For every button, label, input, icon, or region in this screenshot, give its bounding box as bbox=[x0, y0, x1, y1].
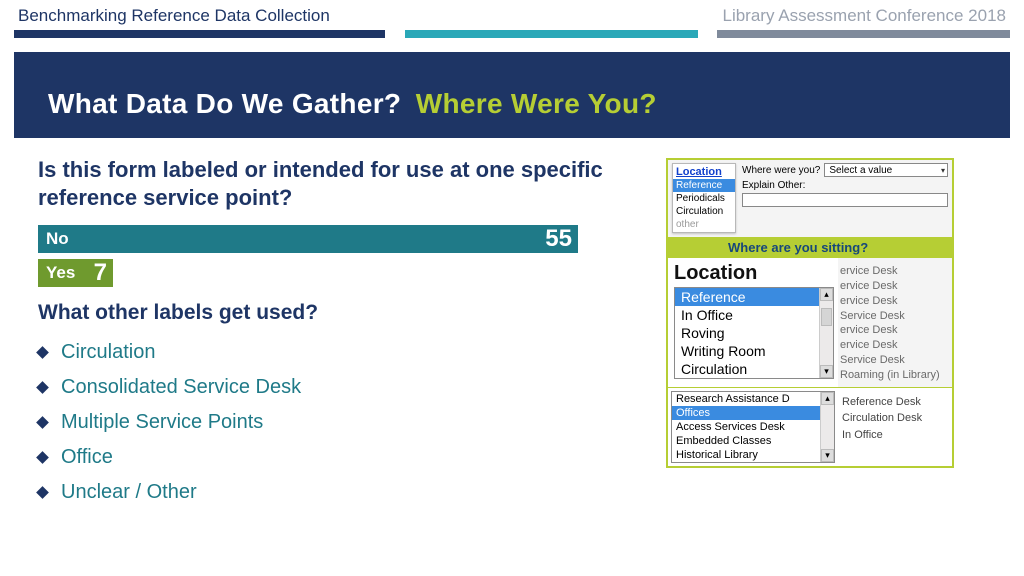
title-part-2: Where Were You? bbox=[416, 88, 657, 119]
list-item-label: Multiple Service Points bbox=[61, 411, 263, 434]
bullet-diamond-icon bbox=[36, 416, 49, 429]
mock3-opt[interactable]: Historical Library bbox=[672, 448, 820, 462]
list-item: Unclear / Other bbox=[38, 475, 648, 510]
mock2-right-item: ervice Desk bbox=[840, 294, 948, 309]
bullet-diamond-icon bbox=[36, 451, 49, 464]
list-item-label: Office bbox=[61, 446, 113, 469]
mock1-location-listbox[interactable]: Location Reference Periodicals Circulati… bbox=[672, 163, 736, 233]
bullet-diamond-icon bbox=[36, 346, 49, 359]
bar-no: No 55 bbox=[38, 225, 578, 253]
mock1-where-select[interactable]: Select a value bbox=[824, 163, 948, 177]
mock2-opt[interactable]: In Office bbox=[675, 306, 819, 324]
bar-yes-label: Yes bbox=[38, 263, 75, 283]
mock2-location-listbox[interactable]: Reference In Office Roving Writing Room … bbox=[674, 287, 834, 379]
mock3-opt[interactable]: Offices bbox=[672, 406, 820, 420]
bar-no-label: No bbox=[38, 229, 69, 249]
list-item: Consolidated Service Desk bbox=[38, 370, 648, 405]
mock1-opt[interactable]: Periodicals bbox=[673, 192, 735, 205]
mock2-opt[interactable]: Reference bbox=[675, 288, 819, 306]
bar-no-value: 55 bbox=[545, 225, 572, 253]
mock3-listbox[interactable]: Research Assistance D Offices Access Ser… bbox=[671, 391, 835, 463]
mock1-explain-input[interactable] bbox=[742, 193, 948, 207]
mock2-right-item: Service Desk bbox=[840, 309, 948, 324]
mock3-right-item: Reference Desk bbox=[842, 394, 948, 411]
mock2-right-item: ervice Desk bbox=[840, 338, 948, 353]
mock3-right-item: In Office bbox=[842, 427, 948, 444]
mock-sitting-bar: Where are you sitting? bbox=[668, 237, 952, 257]
mock3-opt[interactable]: Embedded Classes bbox=[672, 434, 820, 448]
mock2-right-column: ervice Desk ervice Desk ervice Desk Serv… bbox=[838, 258, 952, 387]
slide-header-left: Benchmarking Reference Data Collection bbox=[18, 6, 330, 26]
mock3-right-column: Reference Desk Circulation Desk In Offic… bbox=[838, 388, 952, 466]
mock1-opt[interactable]: other bbox=[673, 218, 735, 231]
mock2-right-item: Service Desk bbox=[840, 353, 948, 368]
mock1-where-label: Where were you? bbox=[742, 165, 820, 176]
mock-form-2: Location Reference In Office Roving Writ… bbox=[668, 257, 952, 387]
title-band: What Data Do We Gather? Where Were You? bbox=[14, 52, 1010, 138]
mock3-right-item: Circulation Desk bbox=[842, 410, 948, 427]
bar-chart: No 55 Yes 7 bbox=[38, 225, 648, 287]
main-question: Is this form labeled or intended for use… bbox=[38, 156, 648, 211]
mock2-opt[interactable]: Roving bbox=[675, 324, 819, 342]
bullet-diamond-icon bbox=[36, 486, 49, 499]
scrollbar[interactable] bbox=[820, 392, 834, 462]
mock3-opt[interactable]: Research Assistance D bbox=[672, 392, 820, 406]
mock2-right-item: ervice Desk bbox=[840, 264, 948, 279]
bar-yes: Yes 7 bbox=[38, 259, 113, 287]
mock1-opt[interactable]: Reference bbox=[673, 179, 735, 192]
mock3-opt[interactable]: Access Services Desk bbox=[672, 420, 820, 434]
slide-header-right: Library Assessment Conference 2018 bbox=[723, 6, 1007, 26]
labels-list: Circulation Consolidated Service Desk Mu… bbox=[38, 335, 648, 510]
mock2-opt[interactable]: Circulation bbox=[675, 360, 819, 378]
list-item-label: Unclear / Other bbox=[61, 481, 197, 504]
mock2-opt[interactable]: Writing Room bbox=[675, 342, 819, 360]
list-item: Circulation bbox=[38, 335, 648, 370]
bullet-diamond-icon bbox=[36, 381, 49, 394]
list-item: Multiple Service Points bbox=[38, 405, 648, 440]
header-stripe bbox=[14, 30, 1010, 38]
mock2-right-item: Roaming (in Library) bbox=[840, 368, 948, 383]
list-item-label: Circulation bbox=[61, 341, 155, 364]
mock-form-3: Research Assistance D Offices Access Ser… bbox=[668, 387, 952, 466]
mock2-right-item: ervice Desk bbox=[840, 279, 948, 294]
mock2-location-title: Location bbox=[674, 262, 834, 285]
mock1-location-header: Location bbox=[673, 165, 735, 179]
scrollbar[interactable] bbox=[819, 288, 833, 378]
form-mockups-panel: Location Reference Periodicals Circulati… bbox=[666, 158, 954, 468]
list-item-label: Consolidated Service Desk bbox=[61, 376, 301, 399]
sub-question: What other labels get used? bbox=[38, 301, 648, 325]
mock-form-1: Location Reference Periodicals Circulati… bbox=[668, 160, 952, 237]
bar-yes-value: 7 bbox=[94, 259, 107, 287]
title-part-1: What Data Do We Gather? bbox=[48, 88, 401, 119]
mock1-explain-label: Explain Other: bbox=[742, 180, 948, 191]
mock1-opt[interactable]: Circulation bbox=[673, 205, 735, 218]
mock2-right-item: ervice Desk bbox=[840, 323, 948, 338]
list-item: Office bbox=[38, 440, 648, 475]
